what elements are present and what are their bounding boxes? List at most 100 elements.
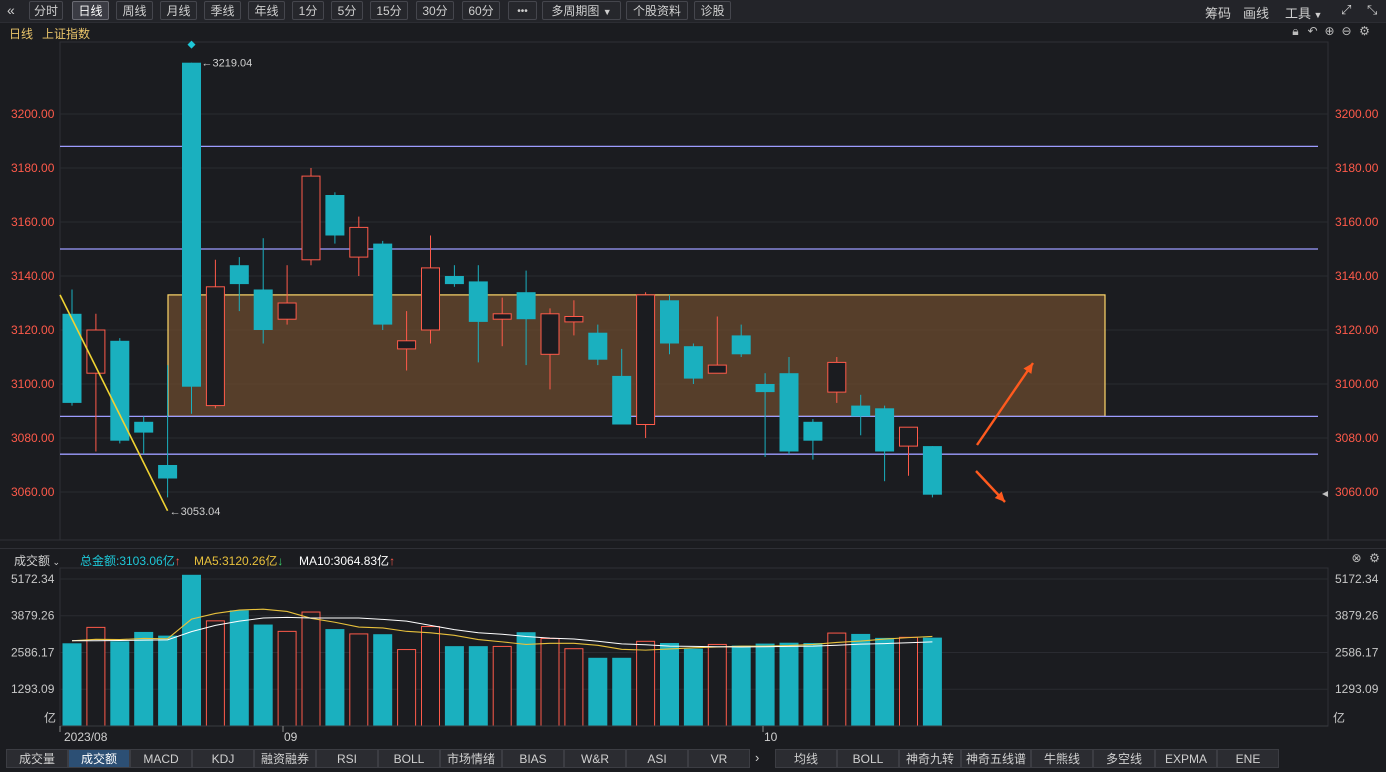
tab-boll-overlay[interactable]: BOLL [837, 749, 899, 768]
kline-chart: 3200.00 3180.00 3160.00 3140.00 3120.00 3100.… [0, 40, 1386, 744]
candle-body [468, 281, 488, 322]
draw-line-button[interactable]: 画线 [1243, 3, 1269, 22]
tab-wr[interactable]: W&R [564, 749, 626, 768]
period-quarterly-button[interactable]: 季线 [204, 1, 241, 20]
tab-magic-nine[interactable]: 神奇九转 [899, 749, 961, 768]
zoom-out-icon[interactable]: ⊖ [1340, 25, 1353, 38]
volume-bar [325, 629, 345, 726]
ma5-value: MA5:3120.26亿 [194, 554, 278, 568]
volume-tick-label: 2586.17 [1335, 646, 1379, 660]
tab-margin-trading[interactable]: 融资融券 [254, 749, 316, 768]
candle-body [277, 302, 297, 320]
tab-bull-bear-line[interactable]: 牛熊线 [1031, 749, 1093, 768]
period-weekly-button[interactable]: 周线 [116, 1, 153, 20]
volume-bar [229, 610, 249, 726]
period-intraday-button[interactable]: 分时 [29, 1, 63, 20]
period-monthly-button[interactable]: 月线 [160, 1, 197, 20]
tab-bias[interactable]: BIAS [502, 749, 564, 768]
tab-ene[interactable]: ENE [1217, 749, 1279, 768]
drawn-arrows[interactable] [975, 362, 1034, 503]
volume-bar [277, 630, 297, 727]
volume-tick-label: 1293.09 [11, 682, 55, 696]
tab-boll[interactable]: BOLL [378, 749, 440, 768]
tab-expma[interactable]: EXPMA [1155, 749, 1217, 768]
tab-market-sentiment[interactable]: 市场情绪 [440, 749, 502, 768]
candle-body [397, 340, 417, 350]
arrow-line[interactable] [976, 362, 1034, 446]
tab-vr[interactable]: VR [688, 749, 750, 768]
candle-body [540, 313, 560, 355]
tab-turnover[interactable]: 成交额 [68, 749, 130, 768]
tab-kdj[interactable]: KDJ [192, 749, 254, 768]
period-15min-button[interactable]: 15分 [370, 1, 408, 20]
tab-volume[interactable]: 成交量 [6, 749, 68, 768]
chevron-down-icon: ⌄ [50, 557, 61, 567]
candle-body [373, 243, 393, 325]
candle-body [851, 405, 871, 417]
gear-icon[interactable]: ⚙ [1358, 25, 1371, 38]
volume-bar [827, 632, 847, 727]
multi-period-button[interactable]: 多周期图 ▼ [542, 1, 621, 20]
volume-bar [922, 637, 942, 726]
period-1min-button[interactable]: 1分 [292, 1, 324, 20]
volume-bar [468, 646, 488, 726]
price-tick-label: 3080.00 [1335, 431, 1379, 445]
volume-bar [182, 574, 201, 726]
period-60min-button[interactable]: 60分 [462, 1, 500, 20]
consolidation-box[interactable] [167, 294, 1106, 417]
price-tick-label: 3100.00 [1335, 377, 1379, 391]
tab-magic-five-lines[interactable]: 神奇五线谱 [961, 749, 1031, 768]
tools-menu-button[interactable]: 工具 ▼ [1285, 3, 1322, 22]
low-price-label: 3053.04 [181, 506, 221, 518]
price-tick-label: 3140.00 [11, 269, 55, 283]
tab-ma[interactable]: 均线 [775, 749, 837, 768]
tab-long-short-line[interactable]: 多空线 [1093, 749, 1155, 768]
candle-body [516, 292, 536, 320]
trend-line[interactable] [59, 294, 169, 512]
indicator-dropdown[interactable]: 成交额 ⌄ [14, 552, 60, 569]
volume-bar [899, 636, 918, 727]
price-panel-frame [59, 41, 1329, 541]
stock-diagnosis-button[interactable]: 诊股 [694, 1, 731, 20]
volume-bar [421, 626, 440, 727]
candle-body [205, 286, 225, 407]
volume-bar [253, 624, 273, 726]
volume-bar [110, 641, 130, 726]
candle-body [564, 316, 584, 323]
horizontal-lines[interactable] [60, 145, 1318, 455]
candle-body [349, 226, 369, 258]
ma5-line [71, 608, 933, 651]
volume-tick-label: 5172.34 [11, 572, 55, 586]
index-name: 上证指数 [42, 27, 91, 41]
tab-asi[interactable]: ASI [626, 749, 688, 768]
volume-bar [540, 637, 560, 727]
arrow-up-icon: ↑ [389, 554, 396, 568]
chevron-right-icon[interactable]: › [755, 750, 759, 765]
period-yearly-button[interactable]: 年线 [248, 1, 285, 20]
price-tick-label: 3160.00 [1335, 215, 1379, 229]
period-daily-button[interactable]: 日线 [72, 1, 109, 20]
date-label: 10 [764, 730, 778, 744]
price-tick-label: 3080.00 [11, 431, 55, 445]
stock-profile-button[interactable]: 个股资料 [626, 1, 688, 20]
tab-rsi[interactable]: RSI [316, 749, 378, 768]
period-30min-button[interactable]: 30分 [416, 1, 454, 20]
chip-distribution-button[interactable]: 筹码 [1205, 3, 1231, 22]
more-periods-button[interactable]: ••• [508, 1, 537, 20]
zoom-in-icon[interactable]: ⊕ [1323, 25, 1336, 38]
shrink-icon[interactable]: ⤡ [1367, 2, 1377, 18]
close-icon[interactable]: ⊗ [1350, 552, 1363, 565]
fullscreen-icon[interactable]: ⤢ [1341, 2, 1351, 18]
undo-icon[interactable]: ↶ [1306, 25, 1319, 38]
double-chevron-left-icon[interactable]: « [7, 2, 15, 18]
candle-body [253, 289, 273, 330]
gear-icon[interactable]: ⚙ [1368, 552, 1381, 565]
low-price-arrow: ← [170, 506, 181, 518]
period-5min-button[interactable]: 5分 [331, 1, 363, 20]
price-axis-right: 3200.00 3180.00 3160.00 3140.00 3120.00 3100.… [1335, 107, 1379, 499]
candle-body [421, 267, 440, 331]
tab-macd[interactable]: MACD [130, 749, 192, 768]
arrow-line[interactable] [975, 470, 1006, 503]
volume-bar [683, 648, 703, 726]
lock-icon[interactable]: 🔒︎ [1289, 25, 1302, 38]
